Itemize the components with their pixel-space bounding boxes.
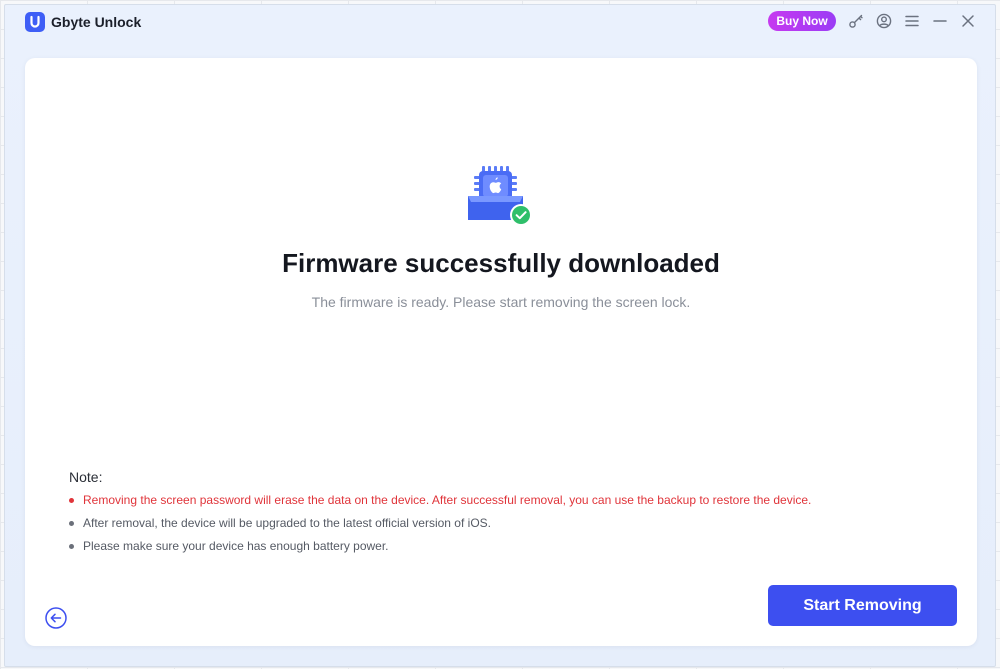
close-icon[interactable] [959, 12, 977, 30]
page-title: Firmware successfully downloaded [282, 248, 720, 278]
note-item: After removal, the device will be upgrad… [69, 515, 811, 538]
page-subtitle: The firmware is ready. Please start remo… [311, 294, 691, 310]
key-icon[interactable] [847, 12, 865, 30]
back-arrow-icon [45, 607, 67, 629]
note-item: Please make sure your device has enough … [69, 538, 811, 561]
app-title: Gbyte Unlock [51, 14, 142, 30]
firmware-chip-check-icon [468, 166, 534, 228]
note-list: Removing the screen password will erase … [69, 492, 811, 561]
note-title: Note: [69, 469, 103, 485]
main-panel: Firmware successfully downloaded The fir… [25, 58, 977, 646]
buy-now-button[interactable]: Buy Now [768, 11, 836, 31]
app-window: Gbyte Unlock Buy Now Firmware successful… [4, 4, 996, 667]
start-removing-button[interactable]: Start Removing [768, 585, 957, 626]
minimize-icon[interactable] [931, 12, 949, 30]
title-bar: Gbyte Unlock Buy Now [5, 5, 995, 45]
account-icon[interactable] [875, 12, 893, 30]
back-button[interactable] [45, 607, 67, 629]
app-logo-icon [25, 12, 45, 32]
note-item-warning: Removing the screen password will erase … [69, 492, 811, 515]
menu-icon[interactable] [903, 12, 921, 30]
